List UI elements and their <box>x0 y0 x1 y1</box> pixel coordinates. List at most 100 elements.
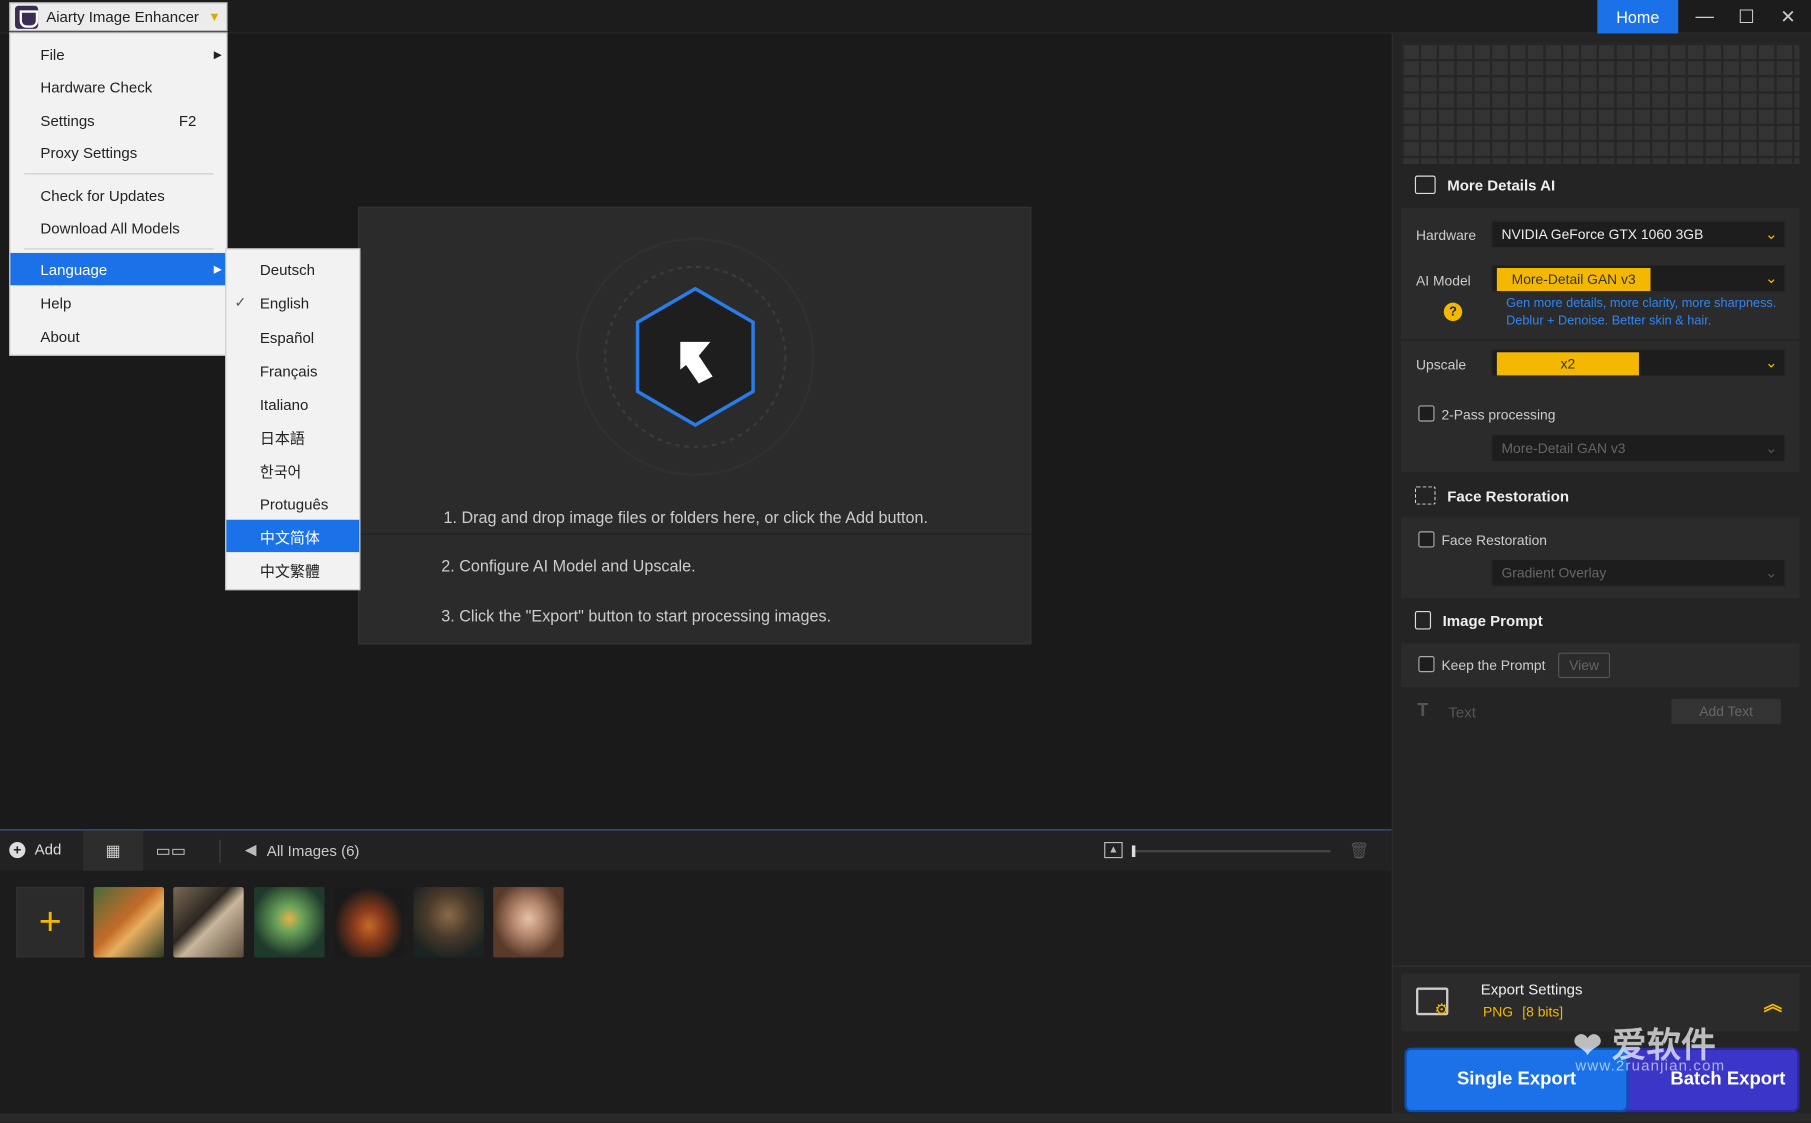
preview-placeholder <box>1401 42 1800 165</box>
chevron-down-icon: ⌄ <box>1764 225 1778 243</box>
app-logo-icon <box>15 5 39 29</box>
more-details-header: More Details AI <box>1414 175 1555 195</box>
chevron-down-icon: ⌄ <box>1764 269 1778 287</box>
step-3: 3. Click the "Export" button to start pr… <box>441 606 832 625</box>
chevron-up-double-icon[interactable]: ︽ <box>1764 989 1782 1017</box>
language-item[interactable]: 中文繁體 <box>226 553 359 585</box>
face-restoration-header: Face Restoration <box>1414 486 1569 505</box>
maximize-button[interactable]: ☐ <box>1726 0 1768 33</box>
add-text-button[interactable]: Add Text <box>1671 698 1782 725</box>
grid-icon: ▦ <box>105 840 121 860</box>
menu-item-about[interactable]: About <box>10 320 226 352</box>
menu-item-hardware-check[interactable]: Hardware Check <box>10 70 226 102</box>
filmstrip-view-button[interactable]: ▭▭ <box>148 830 194 870</box>
language-item[interactable]: Français <box>226 355 359 387</box>
model-description: Deblur + Denoise. Better skin & hair. <box>1506 314 1712 329</box>
language-item[interactable]: Protuguês <box>226 487 359 519</box>
enhance-icon <box>1414 175 1436 195</box>
text-label: Text <box>1448 703 1476 721</box>
add-image-tile[interactable]: + <box>16 887 85 958</box>
menu-item-check-updates[interactable]: Check for Updates <box>10 179 226 211</box>
language-item[interactable]: 日本語 <box>226 420 359 452</box>
trash-icon[interactable]: 🗑 <box>1349 841 1370 861</box>
app-menu-button[interactable]: Aiarty Image Enhancer ▼ <box>9 2 228 32</box>
language-item[interactable]: Deutsch <box>226 253 359 285</box>
step-1: 1. Drag and drop image files or folders … <box>443 508 928 527</box>
face-icon <box>1414 486 1436 505</box>
two-pass-model-select[interactable]: More-Detail GAN v3 ⌄ <box>1491 434 1786 462</box>
add-button[interactable]: + Add <box>9 841 61 858</box>
image-toolbar: + Add ▦ ▭▭ ◀ All Images (6) ▲ 🗑 <box>0 829 1392 871</box>
chevron-down-icon: ⌄ <box>1764 563 1778 581</box>
menu-item-settings[interactable]: Settings F2 <box>10 104 226 136</box>
language-item[interactable]: ✓ English <box>226 286 359 318</box>
two-pass-label: 2-Pass processing <box>1441 406 1556 423</box>
chevron-down-icon: ⌄ <box>1764 438 1778 457</box>
model-description: Gen more details, more clarity, more sha… <box>1506 296 1777 311</box>
drop-zone[interactable]: 1. Drag and drop image files or folders … <box>358 206 1033 645</box>
menu-separator <box>24 173 214 175</box>
menu-item-help[interactable]: Help <box>10 286 226 318</box>
thumbnail-butterfly[interactable] <box>173 887 244 958</box>
app-menu: File ▶ Hardware Check Settings F2 Proxy Se… <box>9 32 228 356</box>
language-item[interactable]: Español <box>226 321 359 353</box>
keep-prompt-label: Keep the Prompt <box>1441 657 1546 674</box>
text-icon: T <box>1417 701 1429 721</box>
language-item[interactable]: Italiano <box>226 388 359 420</box>
divider <box>359 533 1033 535</box>
face-model-select[interactable]: Gradient Overlay ⌄ <box>1491 559 1786 587</box>
two-pass-checkbox[interactable] <box>1418 405 1435 422</box>
home-button[interactable]: Home <box>1597 0 1679 34</box>
help-icon[interactable]: ? <box>1443 302 1463 322</box>
step-2: 2. Configure AI Model and Upscale. <box>441 556 696 576</box>
thumbnail-tiger[interactable] <box>93 887 165 958</box>
menu-item-download-models[interactable]: Download All Models <box>10 211 226 243</box>
language-submenu: Deutsch ✓ English Español Français Italia… <box>225 248 361 591</box>
thumbnail-portrait[interactable] <box>493 887 564 958</box>
ai-model-label: AI Model <box>1416 272 1471 289</box>
hardware-select[interactable]: NVIDIA GeForce GTX 1060 3GB ⌄ <box>1491 220 1786 249</box>
menu-item-proxy-settings[interactable]: Proxy Settings <box>10 136 226 168</box>
ai-model-badge: More-Detail GAN v3 <box>1496 267 1651 292</box>
divider <box>1391 965 1811 967</box>
face-restoration-checkbox[interactable] <box>1418 531 1435 548</box>
title-bar <box>0 0 1811 34</box>
plus-circle-icon: + <box>9 841 26 858</box>
plus-icon: + <box>38 899 62 944</box>
view-button[interactable]: View <box>1558 652 1611 678</box>
export-format: PNG <box>1483 1003 1514 1020</box>
hexagon-logo-icon <box>576 237 815 476</box>
keep-prompt-checkbox[interactable] <box>1418 656 1435 673</box>
language-item[interactable]: 中文简体 <box>226 519 360 553</box>
grid-view-button[interactable]: ▦ <box>83 830 144 871</box>
upscale-label: Upscale <box>1416 356 1467 374</box>
chevron-down-icon: ▼ <box>208 9 221 24</box>
language-item[interactable]: 한국어 <box>226 454 359 486</box>
divider <box>1401 339 1800 341</box>
monitor-gear-icon: ⚙ <box>1416 987 1449 1019</box>
minimize-button[interactable]: — <box>1684 0 1726 33</box>
menu-item-language[interactable]: Language ▶ <box>10 252 227 286</box>
divider <box>219 839 221 863</box>
chevron-right-icon: ▶ <box>213 47 222 60</box>
image-icon: ▲ <box>1104 841 1123 859</box>
watermark-url: www.2ruanjian.com <box>1575 1056 1726 1075</box>
export-bits: [8 bits] <box>1522 1003 1564 1020</box>
all-images-nav[interactable]: ◀ All Images (6) <box>245 841 360 859</box>
checkmark-icon: ✓ <box>234 294 247 311</box>
menu-item-file[interactable]: File ▶ <box>10 38 226 70</box>
zoom-slider[interactable] <box>1131 845 1331 858</box>
thumbnail-dog[interactable] <box>413 887 484 958</box>
arrow-left-icon: ◀ <box>244 840 257 859</box>
chevron-down-icon: ⌄ <box>1764 353 1778 371</box>
upscale-badge: x2 <box>1496 352 1639 376</box>
image-prompt-header: Image Prompt <box>1414 610 1543 630</box>
thumbnail-burger[interactable] <box>333 887 405 958</box>
menu-separator <box>24 248 214 250</box>
slider-handle[interactable] <box>1131 845 1136 858</box>
filmstrip-icon: ▭▭ <box>155 840 187 860</box>
thumbnail-forest-jar[interactable] <box>254 887 325 958</box>
face-restoration-label: Face Restoration <box>1441 532 1547 549</box>
close-button[interactable]: ✕ <box>1767 0 1809 33</box>
export-settings-title: Export Settings <box>1480 980 1583 998</box>
